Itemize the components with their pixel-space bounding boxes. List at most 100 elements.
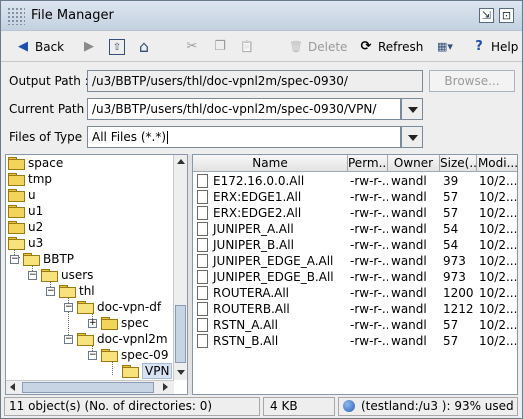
copy-button[interactable]: ❐: [212, 37, 232, 57]
expand-toggle-icon[interactable]: +: [88, 318, 97, 328]
scroll-thumb[interactable]: [22, 382, 154, 393]
tree-node[interactable]: − BBTP: [10, 251, 74, 267]
tree-node-selected[interactable]: VPN: [122, 363, 173, 379]
file-row[interactable]: JUNIPER_EDGE_B.All-rw-r-...wandl 973 10/2.…: [193, 269, 517, 285]
collapse-toggle-icon[interactable]: −: [28, 270, 37, 280]
collapse-toggle-icon[interactable]: −: [46, 286, 55, 296]
column-header-name[interactable]: Name: [193, 155, 348, 172]
file-cell-owner: wandl: [391, 334, 427, 348]
tree-node[interactable]: − doc-vpn-df: [64, 299, 161, 315]
collapse-toggle-icon[interactable]: −: [10, 254, 19, 264]
file-cell-perm: -rw-r-...: [350, 238, 388, 252]
file-row[interactable]: E172.16.0.0.All-rw-r-...wandl 39 10/2...: [193, 173, 517, 189]
column-header-permissions[interactable]: Perm...: [348, 155, 388, 172]
folder-up-button[interactable]: ⇧: [109, 37, 129, 57]
file-type-row: Files of Type : All Files (*.*): [1, 123, 522, 151]
scroll-up-icon[interactable]: [175, 156, 187, 168]
collapse-toggle-icon[interactable]: −: [64, 302, 73, 312]
file-row[interactable]: ERX:EDGE1.All-rw-r-...wandl 57 10/2...: [193, 189, 517, 205]
file-row[interactable]: ERX:EDGE2.All-rw-r-...wandl 57 10/2...: [193, 205, 517, 221]
current-path-dropdown-button[interactable]: [401, 98, 423, 120]
current-path-row: Current Path : /u3/BBTP/users/thl/doc-vp…: [1, 95, 522, 123]
file-row[interactable]: ROUTERB.All-rw-r-...wandl 1212 10/2...: [193, 301, 517, 317]
view-options-button[interactable]: ▦▾: [433, 37, 461, 57]
title-bar[interactable]: File Manager ⇲ ⊡: [1, 1, 522, 31]
arrow-right-icon: ▶: [84, 39, 94, 54]
scroll-left-icon[interactable]: [7, 381, 19, 393]
tree-node[interactable]: space: [8, 155, 63, 171]
file-icon: [197, 317, 208, 332]
tree-node[interactable]: + spec: [88, 315, 149, 331]
file-list[interactable]: Name Perm... Owner Size(... Modi... E172…: [192, 154, 518, 395]
file-cell-modified: 10/2...: [479, 222, 518, 236]
tree-node[interactable]: u: [8, 187, 36, 203]
home-button[interactable]: ⌂: [136, 37, 156, 57]
open-folder-icon: [77, 333, 94, 346]
home-icon: ⌂: [138, 37, 150, 56]
tree-horizontal-scrollbar[interactable]: [6, 380, 174, 394]
folder-icon: [8, 157, 25, 170]
maximize-button[interactable]: ⊡: [499, 8, 514, 23]
file-cell-name: JUNIPER_EDGE_A.All: [197, 253, 348, 269]
back-button[interactable]: ◀ Back: [15, 37, 64, 57]
file-row[interactable]: RSTN_A.All-rw-r-...wandl 57 10/2...: [193, 317, 517, 333]
file-cell-size: 973: [443, 270, 466, 284]
file-row[interactable]: RSTN_B.All-rw-r-...wandl 57 10/2...: [193, 333, 517, 349]
file-row[interactable]: JUNIPER_A.All-rw-r-...wandl 54 10/2...: [193, 221, 518, 237]
folder-up-icon: ⇧: [109, 39, 125, 55]
tree-node[interactable]: − thl: [46, 283, 95, 299]
file-row[interactable]: JUNIPER_EDGE_A.All-rw-r-...wandl 973 10/2.…: [193, 253, 517, 269]
disk-icon: [343, 399, 355, 412]
drag-grip-icon: [7, 7, 25, 25]
forward-button[interactable]: ▶: [81, 37, 101, 57]
scissors-icon: ✂: [186, 39, 198, 54]
file-cell-owner: wandl: [391, 190, 427, 204]
file-icon: [197, 189, 208, 204]
collapse-toggle-icon[interactable]: −: [88, 350, 97, 360]
column-header-modified[interactable]: Modi...: [477, 155, 517, 172]
scroll-down-icon[interactable]: [175, 366, 187, 378]
scroll-thumb[interactable]: [175, 305, 186, 363]
window-title: File Manager: [31, 8, 114, 23]
file-cell-name: JUNIPER_B.All: [197, 237, 348, 253]
tree-node[interactable]: − users: [28, 267, 93, 283]
scroll-right-icon[interactable]: [159, 381, 171, 393]
refresh-button[interactable]: ⟳ Refresh: [358, 37, 424, 57]
help-button[interactable]: ? Help: [471, 37, 518, 57]
paste-icon: 📋: [240, 40, 254, 53]
delete-button[interactable]: 🗑 Delete: [288, 37, 347, 57]
cut-button[interactable]: ✂: [184, 37, 204, 57]
tree-node[interactable]: tmp: [8, 171, 52, 187]
minimize-button[interactable]: ⇲: [479, 8, 494, 23]
copy-icon: ❐: [214, 39, 226, 54]
file-row[interactable]: ROUTERA.All-rw-r-...wandl 1200 10/2...: [193, 285, 517, 301]
file-cell-size: 973: [443, 254, 466, 268]
tree-node[interactable]: − doc-vpnl2m: [64, 331, 168, 347]
collapse-toggle-icon[interactable]: −: [64, 334, 73, 344]
tree-node[interactable]: u2: [8, 219, 43, 235]
browse-button[interactable]: Browse...: [429, 70, 515, 92]
file-icon: [197, 333, 208, 348]
column-header-owner[interactable]: Owner: [388, 155, 440, 172]
output-path-field[interactable]: /u3/BBTP/users/thl/doc-vpnl2m/spec-0930/: [87, 70, 423, 92]
file-cell-perm: -rw-r-...: [350, 286, 388, 300]
file-cell-perm: -rw-r-...: [350, 254, 388, 268]
file-type-dropdown-button[interactable]: [401, 126, 423, 148]
file-type-combo[interactable]: All Files (*.*): [87, 126, 401, 148]
file-cell-owner: wandl: [391, 206, 427, 220]
tree-node[interactable]: − spec-09: [88, 347, 168, 363]
tree-node[interactable]: u1: [8, 203, 43, 219]
current-path-combo[interactable]: /u3/BBTP/users/thl/doc-vpnl2m/spec-0930/…: [87, 98, 401, 120]
tree-vertical-scrollbar[interactable]: [173, 155, 187, 380]
file-cell-perm: -rw-r-...: [350, 174, 388, 188]
file-cell-owner: wandl: [391, 286, 427, 300]
paste-button[interactable]: 📋: [239, 37, 259, 57]
column-header-size[interactable]: Size(...: [440, 155, 477, 172]
file-row[interactable]: JUNIPER_B.All-rw-r-...wandl 54 10/2...: [193, 237, 517, 253]
tree-node[interactable]: u3: [8, 235, 43, 251]
status-object-count: 11 object(s) (No. of directories: 0): [4, 397, 260, 416]
file-icon: [197, 205, 208, 220]
refresh-label: Refresh: [378, 40, 424, 54]
file-cell-name: ROUTERB.All: [197, 301, 348, 317]
directory-tree[interactable]: space tmp u u1 u2 u3 − BBTP − users − thl −…: [5, 154, 188, 395]
